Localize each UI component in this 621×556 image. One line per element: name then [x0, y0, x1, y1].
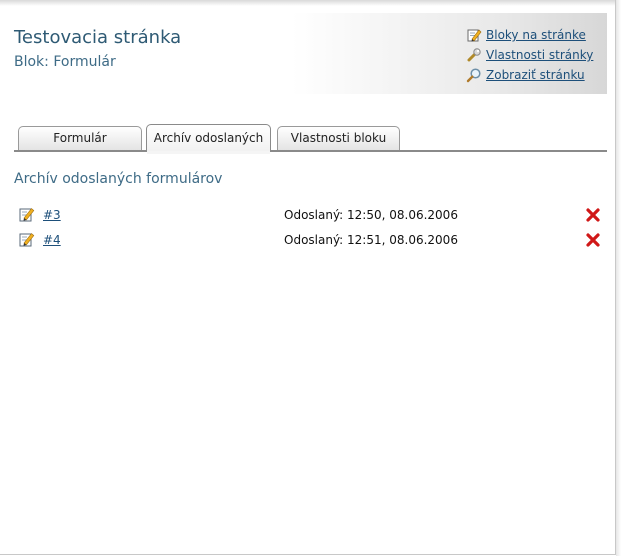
link-page-properties[interactable]: Vlastnosti stránky — [466, 45, 593, 65]
archive-row-sent: Odoslaný: 12:51, 08.06.2006 — [284, 233, 458, 247]
tab-block-properties[interactable]: Vlastnosti bloku — [277, 126, 400, 150]
tab-sent-archive[interactable]: Archív odoslaných — [146, 124, 271, 154]
page-title: Testovacia stránka — [14, 27, 182, 48]
edit-pencil-icon[interactable] — [19, 206, 35, 222]
edit-pencil-icon[interactable] — [19, 231, 35, 247]
archive-heading: Archív odoslaných formulárov — [14, 171, 223, 187]
tab-bar: Formulár Archív odoslaných Vlastnosti bl… — [14, 124, 607, 154]
archive-row-sent: Odoslaný: 12:50, 08.06.2006 — [284, 208, 458, 222]
frame-shadow — [616, 0, 621, 556]
link-view-page-label: Zobraziť stránku — [486, 68, 585, 82]
edit-pencil-icon — [467, 29, 482, 42]
link-page-blocks-label: Bloky na stránke — [486, 28, 586, 42]
archive-row-link[interactable]: #4 — [43, 233, 61, 247]
archive-row-link[interactable]: #3 — [43, 208, 61, 222]
header-links: Bloky na stránke Vlastnosti stránky Zobr… — [466, 25, 593, 85]
tab-form[interactable]: Formulár — [18, 126, 142, 150]
link-page-properties-label: Vlastnosti stránky — [486, 48, 594, 62]
magnifier-icon — [466, 68, 481, 83]
tab-bar-line — [14, 150, 607, 152]
link-view-page[interactable]: Zobraziť stránku — [466, 65, 593, 85]
table-row: #4 Odoslaný: 12:51, 08.06.2006 — [0, 230, 607, 250]
link-page-blocks[interactable]: Bloky na stránke — [466, 25, 593, 45]
wrench-icon — [467, 48, 481, 62]
delete-icon[interactable] — [585, 207, 601, 223]
block-subtitle: Blok: Formulár — [14, 54, 116, 70]
table-row: #3 Odoslaný: 12:50, 08.06.2006 — [0, 205, 607, 225]
delete-icon[interactable] — [585, 232, 601, 248]
